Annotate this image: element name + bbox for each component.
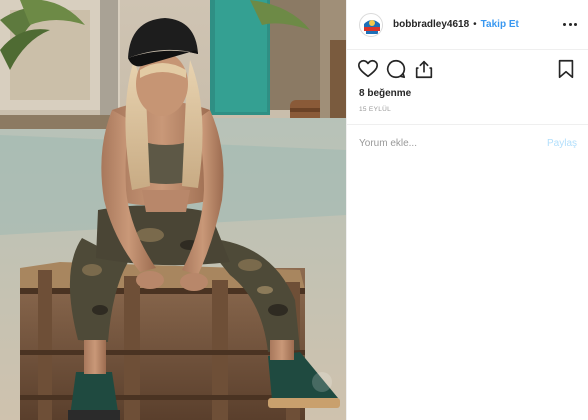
likes-count[interactable]: 8 beğenme — [359, 88, 411, 99]
post-sidebar: bobbradley4618 • Takip Et 8 beğenme 15 E… — [346, 0, 588, 420]
share-icon[interactable] — [413, 58, 437, 82]
bookmark-icon[interactable] — [555, 58, 579, 82]
comment-input[interactable] — [359, 138, 547, 149]
separator-dot: • — [473, 19, 477, 30]
comment-form: Paylaş — [347, 124, 588, 162]
username[interactable]: bobbradley4618 — [393, 19, 469, 30]
instagram-post: bobbradley4618 • Takip Et 8 beğenme 15 E… — [0, 0, 588, 420]
more-options-icon[interactable] — [563, 18, 577, 30]
follow-button[interactable]: Takip Et — [481, 19, 519, 30]
more-dot — [563, 22, 566, 26]
action-bar — [347, 58, 588, 86]
avatar-logo — [361, 14, 382, 36]
more-dot — [568, 22, 572, 26]
comment-icon[interactable] — [385, 58, 409, 82]
post-photo[interactable] — [0, 0, 346, 420]
post-date[interactable]: 15 EYLÜL — [359, 106, 391, 113]
avatar[interactable] — [359, 12, 383, 37]
heart-icon[interactable] — [357, 58, 381, 82]
post-comment-button[interactable]: Paylaş — [547, 138, 577, 149]
more-dot — [574, 22, 577, 26]
post-image — [0, 0, 346, 420]
post-header: bobbradley4618 • Takip Et — [347, 0, 588, 50]
